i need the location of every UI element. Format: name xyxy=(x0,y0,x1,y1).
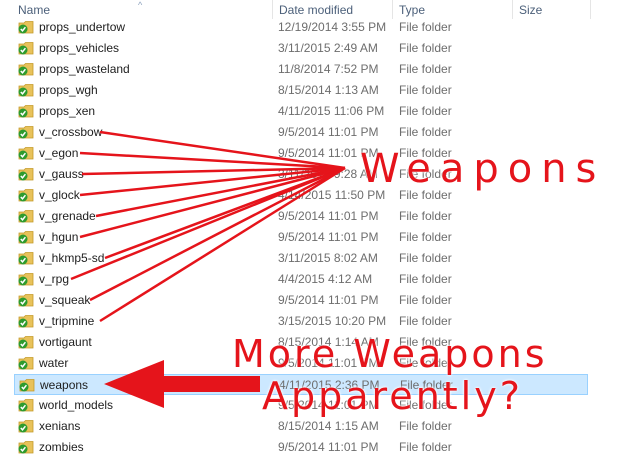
annotation-weapons: Weapons xyxy=(360,146,606,192)
pointer-line xyxy=(79,166,346,239)
pointer-line xyxy=(89,166,346,302)
pointer-line xyxy=(70,166,346,281)
pointer-line xyxy=(79,151,346,170)
annotation-apparently: Apparently? xyxy=(262,374,523,418)
pointer-line xyxy=(99,130,346,170)
annotation-more-weapons: More Weapons xyxy=(232,332,548,376)
